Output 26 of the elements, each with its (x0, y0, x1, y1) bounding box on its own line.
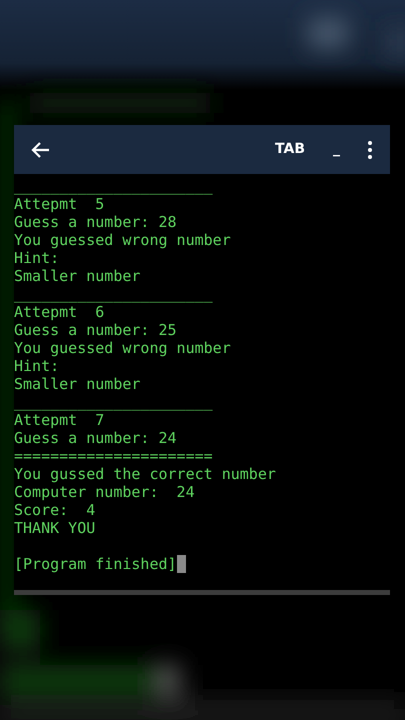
terminal-line: You guessed wrong number (14, 339, 231, 357)
key-button[interactable]: TAB (275, 139, 305, 160)
more-options-icon[interactable] (368, 140, 372, 158)
terminal-line: Attepmt 5 (14, 195, 104, 213)
terminal-line: Hint: (14, 249, 60, 267)
terminal-line: Smaller number (14, 375, 140, 393)
cursor (176, 555, 186, 573)
back-arrow-icon[interactable] (30, 140, 50, 158)
terminal-line: THANK YOU (14, 519, 96, 537)
terminal-line: Guess a number: 24 (14, 429, 177, 447)
terminal-line: Smaller number (14, 267, 140, 285)
terminal-line: Guess a number: 25 (14, 321, 177, 339)
terminal-line: Score: 4 (14, 501, 96, 519)
terminal-line: Attepmt 6 (14, 303, 104, 321)
terminal-line: ______________________ (14, 285, 213, 303)
terminal-line: Hint: (14, 357, 60, 375)
terminal-line: You guessed wrong number (14, 231, 231, 249)
terminal-line: ====================== (14, 447, 213, 465)
key-button[interactable]: _ (333, 139, 340, 160)
terminal-line: Guess a number: 28 (14, 213, 177, 231)
terminal-line: Attepmt 7 (14, 411, 104, 429)
terminal-line: ______________________ (14, 393, 213, 411)
terminal-line: You gussed the correct number (14, 465, 276, 483)
terminal-line: ______________________ (14, 177, 213, 195)
terminal-line: [Program finished] (14, 555, 177, 573)
terminal-line: Computer number: 24 (14, 483, 195, 501)
